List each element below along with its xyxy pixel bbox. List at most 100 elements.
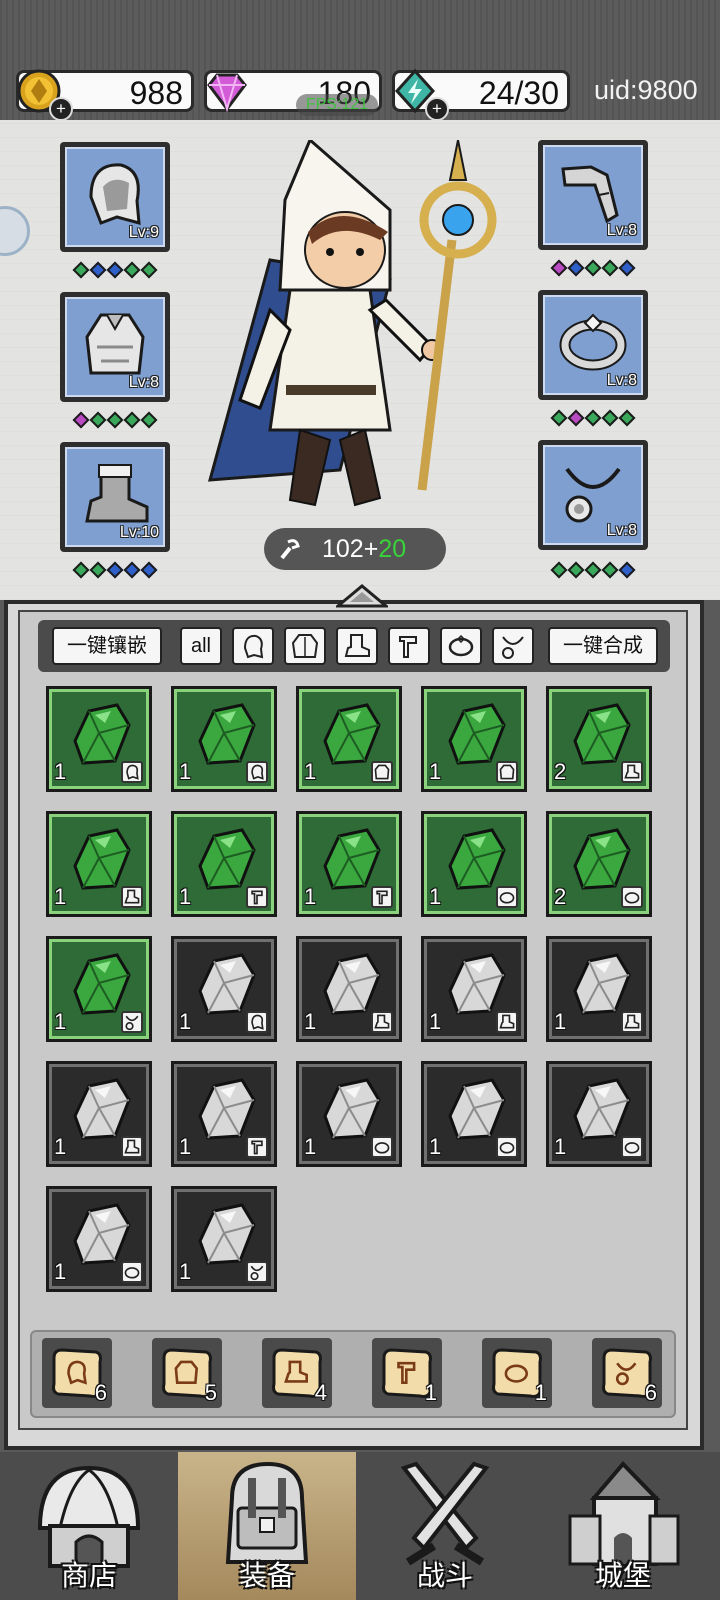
filter-ring-button[interactable] (440, 627, 482, 665)
helmet-icon (121, 761, 143, 783)
filter-helmet-button[interactable] (232, 627, 274, 665)
filter-weapon-button[interactable] (388, 627, 430, 665)
backpack-icon (225, 1461, 309, 1564)
necklace-gem-sockets (538, 561, 648, 582)
gem-cell[interactable]: 1 (46, 936, 152, 1042)
filter-boots-button[interactable] (336, 627, 378, 665)
ring-gem-sockets (538, 409, 648, 430)
gem-quantity: 1 (429, 884, 442, 909)
gem-quantity: 1 (429, 1009, 442, 1034)
nav-battle-label: 战斗 (416, 1560, 473, 1591)
scroll-item[interactable]: 6 (592, 1338, 662, 1408)
armor-icon (291, 634, 319, 658)
scroll-count: 5 (204, 1380, 217, 1405)
equip-level-armor: Lv:8 (128, 374, 159, 391)
scroll-item[interactable]: 1 (372, 1338, 442, 1408)
equip-slot-necklace[interactable]: Lv:8 (538, 440, 648, 550)
scroll-item[interactable]: 5 (152, 1338, 222, 1408)
gem-cell[interactable]: 1 (546, 1061, 652, 1167)
boots-icon (621, 1011, 643, 1033)
equip-slot-boots[interactable]: Lv:10 (60, 442, 170, 552)
gem-cell[interactable]: 1 (296, 936, 402, 1042)
gem-quantity: 1 (54, 759, 67, 784)
scroll-count: 4 (314, 1380, 327, 1405)
equip-slot-helmet[interactable]: Lv:9 (60, 142, 170, 252)
gem-cell[interactable]: 1 (46, 1186, 152, 1292)
necklace-icon (502, 636, 524, 659)
gem-quantity: 1 (429, 759, 442, 784)
nav-equipment-label: 装备 (238, 1560, 295, 1591)
equip-level-helmet: Lv:9 (128, 224, 159, 241)
gem-quantity: 2 (554, 759, 567, 784)
filter-all-button[interactable]: all (180, 627, 222, 665)
nav-shop[interactable]: 商店 (0, 1452, 178, 1600)
gem-cell[interactable]: 1 (171, 1186, 277, 1292)
add-gold-button[interactable]: + (49, 97, 73, 121)
equip-slot-ring[interactable]: Lv:8 (538, 290, 648, 400)
power-base-value: 102+ (322, 535, 379, 563)
equip-level-necklace: Lv:8 (606, 522, 637, 539)
castle-icon (568, 1461, 680, 1566)
boots-icon (344, 634, 370, 657)
necklace-icon (565, 467, 621, 523)
gold-counter[interactable]: + 988 (16, 69, 194, 121)
scroll-item[interactable]: 6 (42, 1338, 112, 1408)
helmet-icon (246, 761, 268, 783)
gem-cell[interactable]: 1 (546, 936, 652, 1042)
gem-quantity: 1 (54, 884, 67, 909)
user-id: uid:9800 (594, 75, 698, 105)
energy-counter[interactable]: + 24/30 (392, 68, 570, 121)
gem-quantity: 1 (554, 1009, 567, 1034)
inlay-all-button[interactable]: 一键镶嵌 (52, 627, 162, 665)
gem-cell[interactable]: 1 (171, 811, 277, 917)
gem-cell[interactable]: 1 (421, 1061, 527, 1167)
gem-cell[interactable]: 1 (46, 686, 152, 792)
add-energy-button[interactable]: + (425, 97, 449, 121)
weapon-power-icon (280, 539, 300, 560)
scroll-item[interactable]: 1 (482, 1338, 552, 1408)
gem-cell[interactable]: 1 (296, 686, 402, 792)
armor-icon (85, 313, 145, 375)
scroll-count: 1 (424, 1380, 437, 1405)
side-tab[interactable] (0, 206, 30, 256)
filter-armor-button[interactable] (284, 627, 326, 665)
ring-icon (496, 1136, 518, 1158)
helmet-gem-sockets (60, 261, 170, 282)
gem-cell[interactable]: 1 (421, 686, 527, 792)
nav-castle[interactable]: 城堡 (534, 1452, 712, 1600)
gem-quantity: 1 (179, 1259, 192, 1284)
gem-quantity: 1 (179, 884, 192, 909)
nav-battle[interactable]: 战斗 (356, 1452, 534, 1600)
gem-cell[interactable]: 2 (546, 811, 652, 917)
merge-all-button[interactable]: 一键合成 (548, 627, 658, 665)
gem-quantity: 1 (54, 1259, 67, 1284)
gem-cell[interactable]: 1 (421, 936, 527, 1042)
gem-cell[interactable]: 1 (171, 1061, 277, 1167)
equip-slot-bracer[interactable]: Lv:8 (538, 140, 648, 250)
scroll-tray (30, 1330, 676, 1418)
panel-crest-icon (336, 584, 388, 608)
gem-quantity: 1 (179, 759, 192, 784)
gem-cell[interactable]: 1 (296, 811, 402, 917)
equip-slot-armor[interactable]: Lv:8 (60, 292, 170, 402)
gem-cell[interactable]: 2 (546, 686, 652, 792)
gem-cell[interactable]: 1 (421, 811, 527, 917)
scroll-item[interactable]: 4 (262, 1338, 332, 1408)
gem-cell[interactable]: 1 (296, 1061, 402, 1167)
gem-cell[interactable]: 1 (171, 686, 277, 792)
hero-mage-figure (207, 140, 497, 507)
gem-cell[interactable]: 1 (46, 811, 152, 917)
equip-level-bracer: Lv:8 (606, 222, 637, 239)
nav-equipment[interactable]: 装备 (178, 1452, 356, 1600)
ring-icon (621, 1136, 643, 1158)
gem-cell[interactable]: 1 (46, 1061, 152, 1167)
gem-quantity: 1 (304, 759, 317, 784)
necklace-icon (121, 1011, 143, 1033)
boots-icon (371, 1011, 393, 1033)
gem-cell[interactable]: 1 (171, 936, 277, 1042)
filter-necklace-button[interactable] (492, 627, 534, 665)
gem-quantity: 1 (179, 1009, 192, 1034)
weapon-icon (246, 886, 268, 908)
gem-quantity: 1 (54, 1134, 67, 1159)
gem-quantity: 1 (304, 884, 317, 909)
